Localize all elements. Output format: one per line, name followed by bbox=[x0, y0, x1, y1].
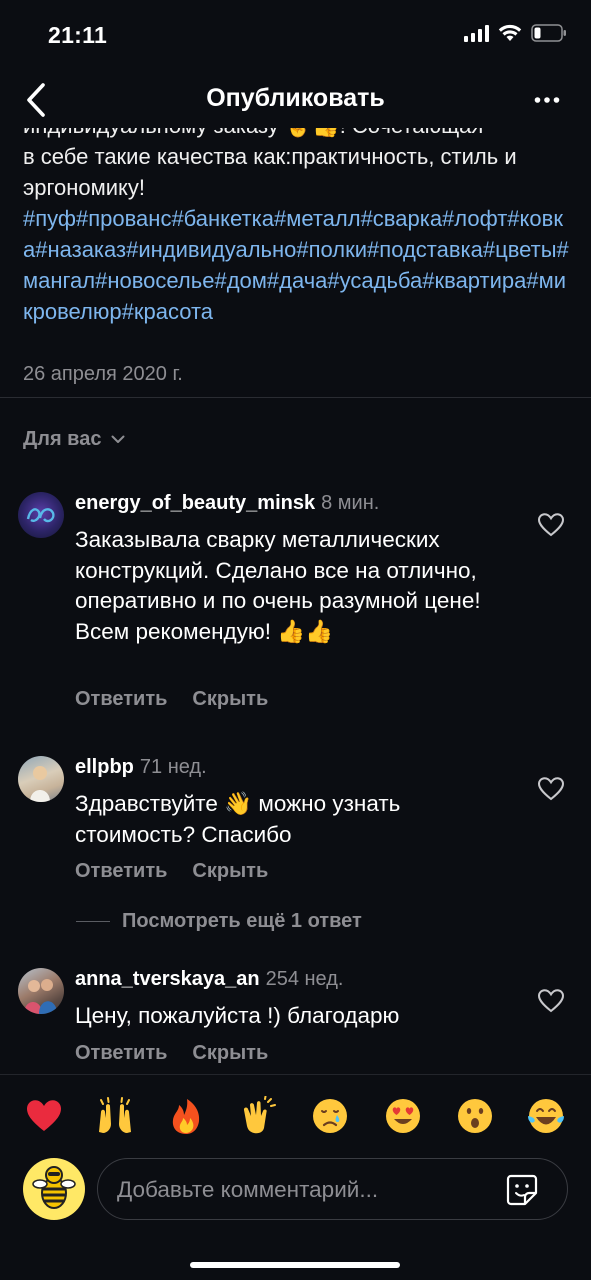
comment-input-placeholder: Добавьте комментарий... bbox=[117, 1177, 379, 1202]
view-more-replies-label: Посмотреть ещё 1 ответ bbox=[122, 910, 362, 932]
comment-username[interactable]: anna_tverskaya_an bbox=[75, 968, 260, 990]
avatar[interactable] bbox=[18, 492, 64, 538]
page-title: Опубликовать bbox=[206, 84, 385, 112]
heart-icon[interactable] bbox=[537, 512, 565, 538]
reaction-raised-hands[interactable] bbox=[95, 1096, 135, 1136]
heart-icon[interactable] bbox=[537, 988, 565, 1014]
home-indicator[interactable] bbox=[190, 1262, 400, 1268]
comment-username[interactable]: ellpbp bbox=[75, 756, 134, 778]
post-date: 26 апреля 2020 г. bbox=[23, 363, 183, 385]
comment-text: Здравствуйте 👋 можно узнать стоимость? С… bbox=[75, 791, 401, 847]
hide-button[interactable]: Скрыть bbox=[192, 1042, 268, 1065]
current-user-avatar[interactable] bbox=[23, 1158, 85, 1220]
replies-line bbox=[76, 921, 110, 922]
status-icons bbox=[464, 24, 567, 42]
view-more-replies-button[interactable]: Посмотреть ещё 1 ответ bbox=[76, 910, 362, 933]
comment-time: 71 нед. bbox=[139, 756, 207, 778]
avatar-photo-icon bbox=[24, 979, 57, 1014]
avatar-photo-icon bbox=[30, 766, 50, 802]
comment-actions: Ответить Скрыть bbox=[75, 688, 268, 711]
comment-text: Цену, пожалуйста !) благодарю bbox=[75, 1003, 400, 1028]
caption-hashtags[interactable]: #пуф#прованс#банкетка#металл#сварка#лофт… bbox=[23, 203, 573, 327]
comment-text: Заказывала сварку металлических конструк… bbox=[75, 527, 481, 644]
reaction-crying-face[interactable] bbox=[310, 1096, 350, 1136]
reaction-heart-eyes[interactable] bbox=[383, 1096, 423, 1136]
caption-text: в себе такие качества как:практичность, … bbox=[23, 144, 517, 200]
status-bar: 21:11 bbox=[0, 0, 591, 70]
avatar[interactable] bbox=[18, 968, 64, 1014]
reaction-clapping-hands[interactable] bbox=[238, 1096, 278, 1136]
post-caption: индивидуальному заказу 🤞👍! Сочетающая в … bbox=[0, 128, 591, 400]
chevron-down-icon bbox=[111, 435, 125, 443]
sticker-icon[interactable] bbox=[505, 1173, 539, 1207]
reply-button[interactable]: Ответить bbox=[75, 860, 167, 883]
comment-time: 254 нед. bbox=[265, 968, 344, 990]
divider bbox=[0, 397, 591, 398]
comment-actions: Ответить Скрыть bbox=[75, 1042, 268, 1065]
wifi-icon bbox=[498, 24, 522, 42]
avatar-logo-icon bbox=[26, 508, 55, 523]
comment-input[interactable]: Добавьте комментарий... bbox=[97, 1158, 568, 1220]
comment-sort-dropdown[interactable]: Для вас bbox=[23, 428, 125, 451]
hide-button[interactable]: Скрыть bbox=[192, 688, 268, 711]
header: Опубликовать bbox=[0, 72, 591, 128]
battery-icon bbox=[531, 24, 567, 42]
comment-header: ellpbp 71 нед. bbox=[75, 756, 207, 779]
comment-actions: Ответить Скрыть bbox=[75, 860, 268, 883]
more-options-button[interactable] bbox=[527, 84, 567, 116]
avatar[interactable] bbox=[18, 756, 64, 802]
divider bbox=[0, 1074, 591, 1075]
reaction-fire[interactable] bbox=[166, 1096, 206, 1136]
reply-button[interactable]: Ответить bbox=[75, 688, 167, 711]
more-horizontal-icon bbox=[534, 97, 560, 103]
reply-button[interactable]: Ответить bbox=[75, 1042, 167, 1065]
comment-time: 8 мин. bbox=[321, 492, 380, 514]
reaction-heart[interactable] bbox=[24, 1096, 64, 1136]
comment-username[interactable]: energy_of_beauty_minsk bbox=[75, 492, 315, 514]
hide-button[interactable]: Скрыть bbox=[192, 860, 268, 883]
reaction-tears-of-joy[interactable] bbox=[526, 1096, 566, 1136]
comment-header: energy_of_beauty_minsk 8 мин. bbox=[75, 492, 379, 515]
status-time: 21:11 bbox=[48, 22, 108, 48]
heart-icon[interactable] bbox=[537, 776, 565, 802]
caption-partial-line: индивидуальному заказу 🤞👍! Сочетающая bbox=[23, 128, 573, 141]
comment-sort-label: Для вас bbox=[23, 428, 102, 450]
quick-reactions-bar bbox=[0, 1088, 591, 1144]
reaction-surprised-face[interactable] bbox=[455, 1096, 495, 1136]
cellular-signal-icon bbox=[464, 24, 489, 42]
bee-avatar-icon bbox=[32, 1166, 76, 1209]
comment-header: anna_tverskaya_an 254 нед. bbox=[75, 968, 343, 991]
